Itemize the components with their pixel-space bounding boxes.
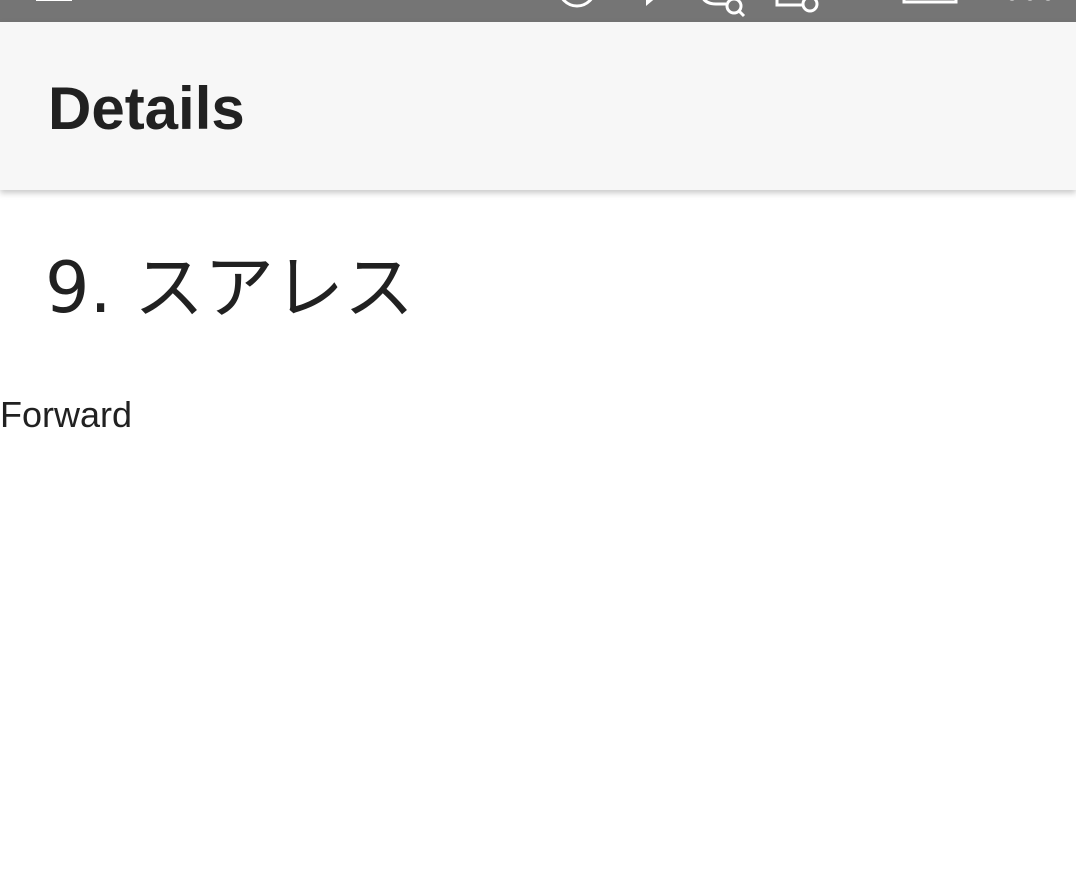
signal-dots-icon (1009, 0, 1051, 1)
screen-record-icon (775, 0, 819, 13)
clock-icon (561, 0, 593, 8)
app-bar: Details (0, 22, 1076, 190)
player-position: Forward (0, 394, 133, 435)
menu-icon (36, 0, 72, 1)
chat-search-icon (702, 0, 746, 18)
page-title: Details (48, 75, 245, 142)
status-bar (0, 0, 1076, 22)
battery-icon (902, 0, 958, 4)
player-heading: 9. スアレス (45, 247, 415, 329)
play-icon (646, 0, 654, 6)
detail-content: 9. スアレス Forward (0, 190, 1076, 875)
